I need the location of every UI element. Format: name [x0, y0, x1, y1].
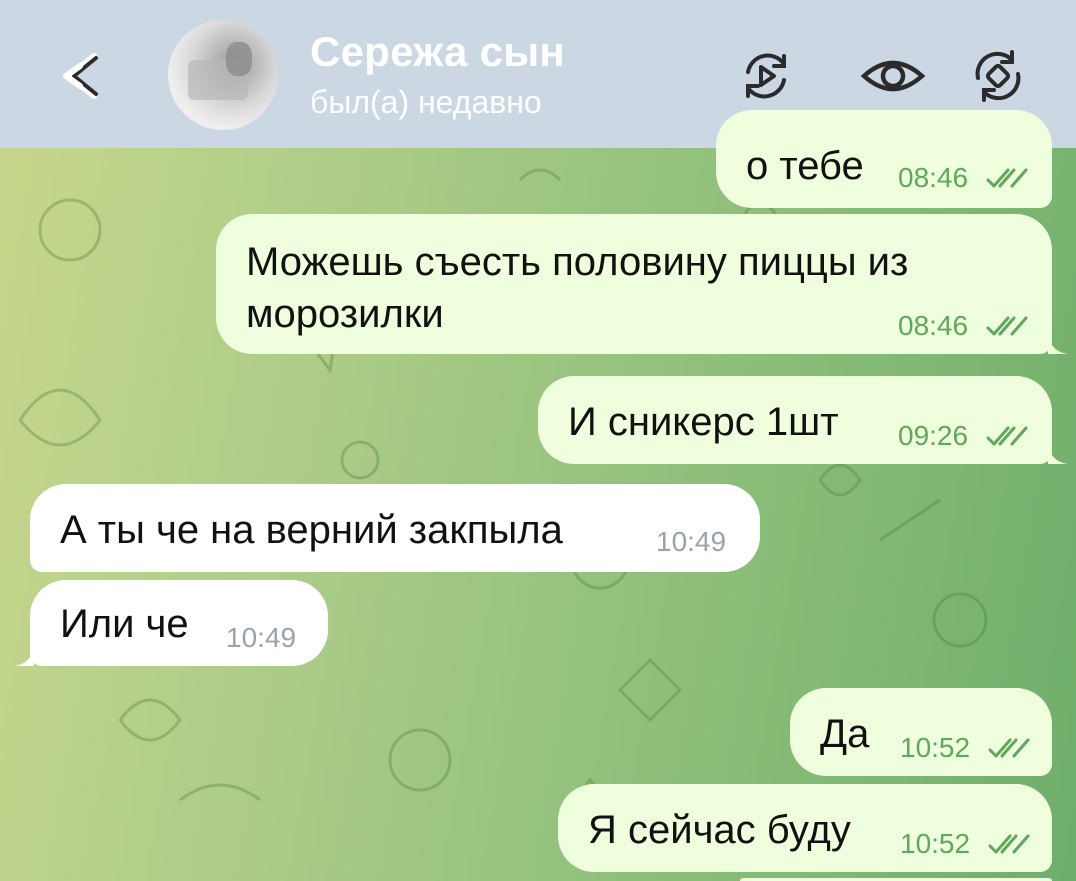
message-time: 10:49: [656, 526, 727, 557]
contact-name[interactable]: Сережа сын: [310, 28, 565, 76]
message-text: Или че: [60, 602, 189, 646]
eye-icon[interactable]: [860, 44, 926, 108]
avatar[interactable]: [168, 20, 278, 130]
message-outgoing[interactable]: Можешь съесть половину пиццы из морозилк…: [216, 214, 1052, 354]
double-check-icon: [986, 426, 1028, 446]
message-outgoing[interactable]: Я сейчас буду 10:52: [558, 784, 1052, 872]
message-text-line: Можешь съесть половину пиццы из: [246, 240, 909, 284]
double-check-icon: [986, 168, 1028, 188]
rotate-icon[interactable]: [966, 44, 1030, 108]
double-check-icon: [988, 834, 1030, 854]
message-text: И сникерс 1шт: [568, 400, 839, 444]
message-outgoing[interactable]: Да 10:52: [790, 688, 1052, 776]
message-time: 08:46: [898, 162, 969, 193]
bubble-tail: [1048, 446, 1068, 464]
double-check-icon: [988, 738, 1030, 758]
message-time: 10:49: [226, 622, 297, 653]
message-time: 10:52: [900, 828, 971, 859]
message-incoming[interactable]: А ты че на верний закпыла 10:49: [30, 484, 760, 572]
message-incoming[interactable]: Или че 10:49: [30, 580, 328, 666]
message-outgoing[interactable]: И сникерс 1шт 09:26: [538, 376, 1052, 464]
double-check-icon: [986, 316, 1028, 336]
bubble-tail: [14, 648, 34, 666]
message-time: 10:52: [900, 732, 971, 763]
message-text: А ты че на верний закпыла: [60, 508, 563, 552]
message-text: о тебе: [746, 144, 864, 188]
message-outgoing[interactable]: о тебе 08:46: [716, 110, 1052, 208]
contact-status: был(а) недавно: [310, 84, 542, 120]
message-time: 09:26: [898, 420, 969, 451]
video-call-icon[interactable]: [734, 44, 798, 108]
message-text: Я сейчас буду: [588, 808, 851, 852]
bubble-tail: [1048, 336, 1068, 354]
message-text: Да: [820, 712, 870, 756]
back-arrow-icon[interactable]: [44, 44, 108, 108]
message-text-line: морозилки: [246, 292, 444, 336]
message-time: 08:46: [898, 310, 969, 341]
